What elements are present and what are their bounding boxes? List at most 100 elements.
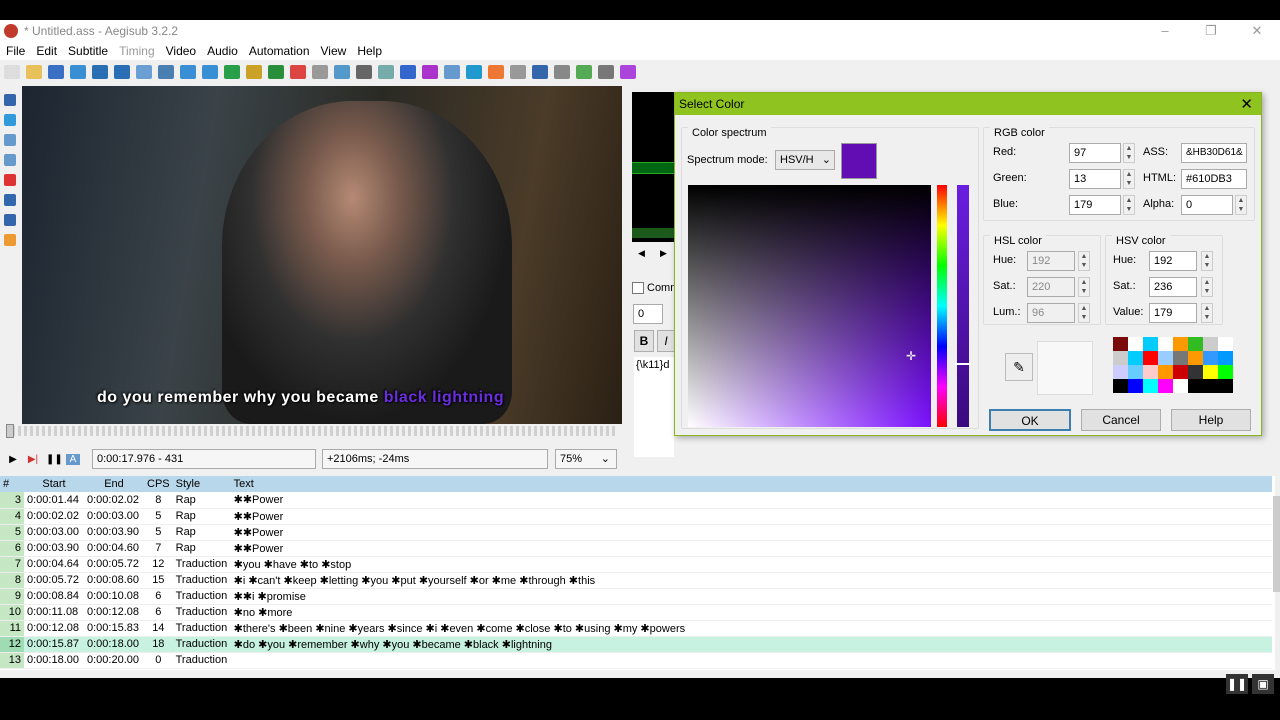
- edit-icon[interactable]: [356, 65, 372, 79]
- rotate-xy-tool-icon[interactable]: [4, 154, 16, 166]
- alpha-spinner[interactable]: ▲ ▼: [1235, 195, 1247, 215]
- save-icon[interactable]: [48, 65, 64, 79]
- spectrum-field[interactable]: ✛: [688, 185, 931, 427]
- help-tool-icon[interactable]: [4, 234, 16, 246]
- col-style[interactable]: Style: [172, 476, 231, 492]
- hue-slider[interactable]: [937, 185, 947, 427]
- zoom-select[interactable]: 75% ⌄: [555, 449, 617, 469]
- col-start[interactable]: Start: [24, 476, 84, 492]
- menu-file[interactable]: File: [6, 44, 25, 58]
- audio-play-icon[interactable]: ◀: [638, 248, 645, 259]
- palette-swatch[interactable]: [1158, 379, 1173, 393]
- resample-icon[interactable]: [246, 65, 262, 79]
- palette-swatch[interactable]: [1113, 337, 1128, 351]
- red-spinner[interactable]: ▲ ▼: [1123, 143, 1135, 163]
- screen-icon[interactable]: ▣: [1252, 674, 1274, 694]
- close-icon[interactable]: ✕: [1240, 95, 1253, 113]
- menu-automation[interactable]: Automation: [249, 44, 310, 58]
- open-file-icon[interactable]: [26, 65, 42, 79]
- macro-icon[interactable]: [620, 65, 636, 79]
- palette-swatch[interactable]: [1203, 379, 1218, 393]
- scale-tool-icon[interactable]: [4, 174, 16, 186]
- palette-swatch[interactable]: [1203, 351, 1218, 365]
- palette-swatch[interactable]: [1188, 337, 1203, 351]
- close-window-button[interactable]: ✕: [1234, 20, 1280, 42]
- table-row[interactable]: 6 0:00:03.90 0:00:04.60 7 Rap ✱✱Power: [0, 540, 1272, 557]
- hsv-sat-spinner[interactable]: ▲ ▼: [1201, 277, 1213, 297]
- comment-checkbox[interactable]: [632, 282, 644, 294]
- palette-swatch[interactable]: [1218, 351, 1233, 365]
- palette-swatch[interactable]: [1218, 337, 1233, 351]
- palette-swatch[interactable]: [1113, 379, 1128, 393]
- spellcheck-icon[interactable]: [334, 65, 350, 79]
- fonts-collector-icon[interactable]: [158, 65, 174, 79]
- palette-swatch[interactable]: [1218, 379, 1233, 393]
- restore-button[interactable]: ❐: [1188, 20, 1234, 42]
- hsl-lum-input[interactable]: 96: [1027, 303, 1075, 323]
- layer-field[interactable]: 0: [633, 304, 663, 324]
- palette-swatch[interactable]: [1113, 365, 1128, 379]
- palette-swatch[interactable]: [1173, 351, 1188, 365]
- red-input[interactable]: 97: [1069, 143, 1121, 163]
- palette-swatch[interactable]: [1173, 379, 1188, 393]
- table-row[interactable]: 4 0:00:02.02 0:00:03.00 5 Rap ✱✱Power: [0, 508, 1272, 525]
- palette-swatch[interactable]: [1143, 365, 1158, 379]
- shift-times-icon[interactable]: [488, 65, 504, 79]
- palette-swatch[interactable]: [1188, 351, 1203, 365]
- col-end[interactable]: End: [84, 476, 144, 492]
- ok-button[interactable]: OK: [989, 409, 1071, 431]
- play-icon[interactable]: ▶: [6, 454, 20, 465]
- stop-icon[interactable]: [510, 65, 526, 79]
- autoscroll-icon[interactable]: A: [66, 453, 80, 465]
- palette-swatch[interactable]: [1173, 365, 1188, 379]
- palette-swatch[interactable]: [1113, 351, 1128, 365]
- palette-swatch[interactable]: [1143, 351, 1158, 365]
- copy-icon[interactable]: [378, 65, 394, 79]
- seek-knob[interactable]: [6, 424, 14, 438]
- col-text[interactable]: Text: [230, 476, 1272, 492]
- script-icon[interactable]: [312, 65, 328, 79]
- palette-swatch[interactable]: [1158, 351, 1173, 365]
- kanji-timer-icon[interactable]: [290, 65, 306, 79]
- alpha-input[interactable]: 0: [1181, 195, 1233, 215]
- hsl-sat-spinner[interactable]: ▲ ▼: [1078, 277, 1090, 297]
- menu-view[interactable]: View: [321, 44, 347, 58]
- rotate-z-tool-icon[interactable]: [4, 134, 16, 146]
- palette-swatch[interactable]: [1203, 365, 1218, 379]
- table-row[interactable]: 3 0:00:01.44 0:00:02.02 8 Rap ✱✱Power: [0, 492, 1272, 509]
- palette-swatch[interactable]: [1188, 365, 1203, 379]
- palette-swatch[interactable]: [1173, 337, 1188, 351]
- table-row[interactable]: 10 0:00:11.08 0:00:12.08 6 Traduction ✱no ✱mo…: [0, 604, 1272, 621]
- grid-scrollbar[interactable]: [1273, 496, 1280, 592]
- hsl-hue-spinner[interactable]: ▲ ▼: [1078, 251, 1090, 271]
- automation-icon[interactable]: [400, 65, 416, 79]
- minimize-button[interactable]: –: [1142, 20, 1188, 42]
- table-row[interactable]: 5 0:00:03.00 0:00:03.90 5 Rap ✱✱Power: [0, 524, 1272, 541]
- palette-swatch[interactable]: [1218, 365, 1233, 379]
- table-row[interactable]: 8 0:00:05.72 0:00:08.60 15 Traduction ✱i ✱can…: [0, 572, 1272, 589]
- spectrum-mode-select[interactable]: HSV/H ⌄: [775, 150, 835, 170]
- timing-postprocessor-icon[interactable]: [268, 65, 284, 79]
- translation-assistant-icon[interactable]: [224, 65, 240, 79]
- palette-swatch[interactable]: [1158, 365, 1173, 379]
- audio-waveform[interactable]: [632, 92, 676, 242]
- hsl-lum-spinner[interactable]: ▲ ▼: [1078, 303, 1090, 323]
- check-icon[interactable]: [576, 65, 592, 79]
- blue-spinner[interactable]: ▲ ▼: [1123, 195, 1135, 215]
- hsv-sat-input[interactable]: 236: [1149, 277, 1197, 297]
- italic-button[interactable]: I: [657, 330, 675, 352]
- palette-swatch[interactable]: [1128, 379, 1143, 393]
- menu-audio[interactable]: Audio: [207, 44, 238, 58]
- menu-help[interactable]: Help: [357, 44, 382, 58]
- hsv-hue-spinner[interactable]: ▲ ▼: [1201, 251, 1213, 271]
- palette-swatch[interactable]: [1203, 337, 1218, 351]
- tools-icon[interactable]: [598, 65, 614, 79]
- palette-swatch[interactable]: [1128, 337, 1143, 351]
- video-time-field[interactable]: 0:00:17.976 - 431: [92, 449, 316, 469]
- video-offset-field[interactable]: +2106ms; -24ms: [322, 449, 548, 469]
- blue-input[interactable]: 179: [1069, 195, 1121, 215]
- menu-edit[interactable]: Edit: [36, 44, 57, 58]
- palette-swatch[interactable]: [1143, 337, 1158, 351]
- bold-button[interactable]: B: [634, 330, 654, 352]
- palette-swatch[interactable]: [1158, 337, 1173, 351]
